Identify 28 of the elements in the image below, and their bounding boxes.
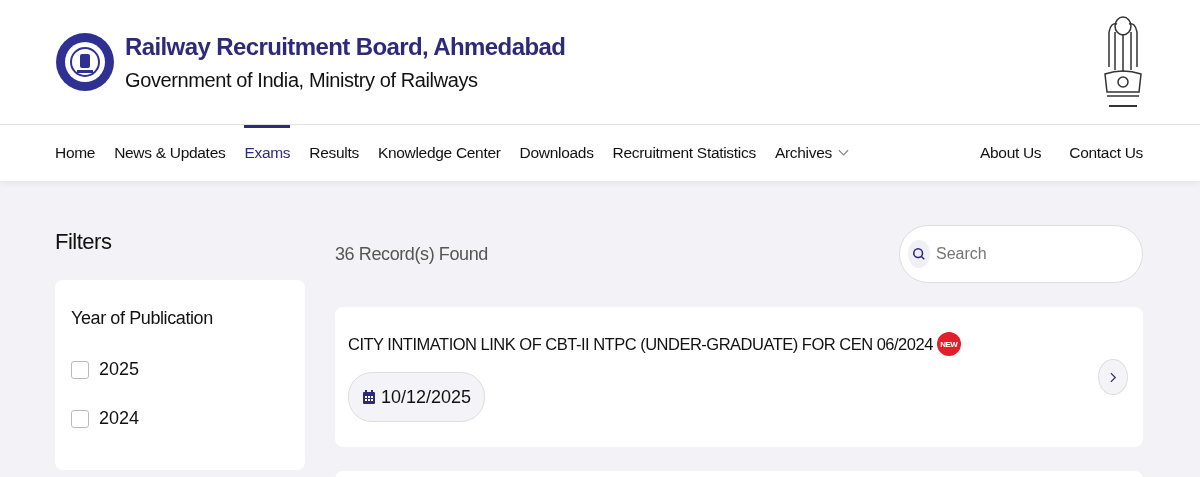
nav-link[interactable]: Exams [244, 125, 291, 181]
nav-link[interactable]: News & Updates [114, 125, 226, 181]
site-subtitle: Government of India, Ministry of Railways [125, 68, 479, 92]
record-count: 36 Record(s) Found [335, 243, 488, 265]
nav-link[interactable]: Archives [774, 125, 849, 181]
checkbox-label: 2025 [99, 359, 140, 380]
chevron-down-icon [837, 149, 849, 157]
nav-link[interactable]: Recruitment Statistics [612, 125, 756, 181]
nav-link[interactable]: About Us [979, 125, 1042, 181]
result-title[interactable]: CITY INTIMATION LINK OF CBT-II NTPC (UNDER-GRADUATE) FOR CEN 06/2024 [348, 334, 933, 354]
nav-link[interactable]: Downloads [519, 125, 594, 181]
filter-group-title: Year of Publication [71, 308, 214, 329]
new-badge: NEW [936, 332, 961, 356]
checkbox-label: 2024 [99, 408, 140, 429]
chevron-right-icon [1109, 371, 1117, 383]
open-button[interactable] [1098, 359, 1128, 395]
filters-heading: Filters [55, 229, 113, 255]
site-title: Railway Recruitment Board, Ahmedabad [125, 32, 566, 61]
date-text: 10/12/2025 [381, 386, 472, 408]
nav-link[interactable]: Knowledge Center [377, 125, 501, 181]
calendar-icon [362, 389, 376, 405]
nav-link[interactable]: Results [309, 125, 359, 181]
nav-link[interactable]: Contact Us [1069, 125, 1143, 181]
checkbox[interactable] [71, 360, 89, 379]
search-field[interactable]: Search [899, 225, 1143, 283]
nav-link[interactable]: Home [55, 125, 96, 181]
search-icon [912, 247, 926, 261]
checkbox[interactable] [71, 409, 89, 428]
